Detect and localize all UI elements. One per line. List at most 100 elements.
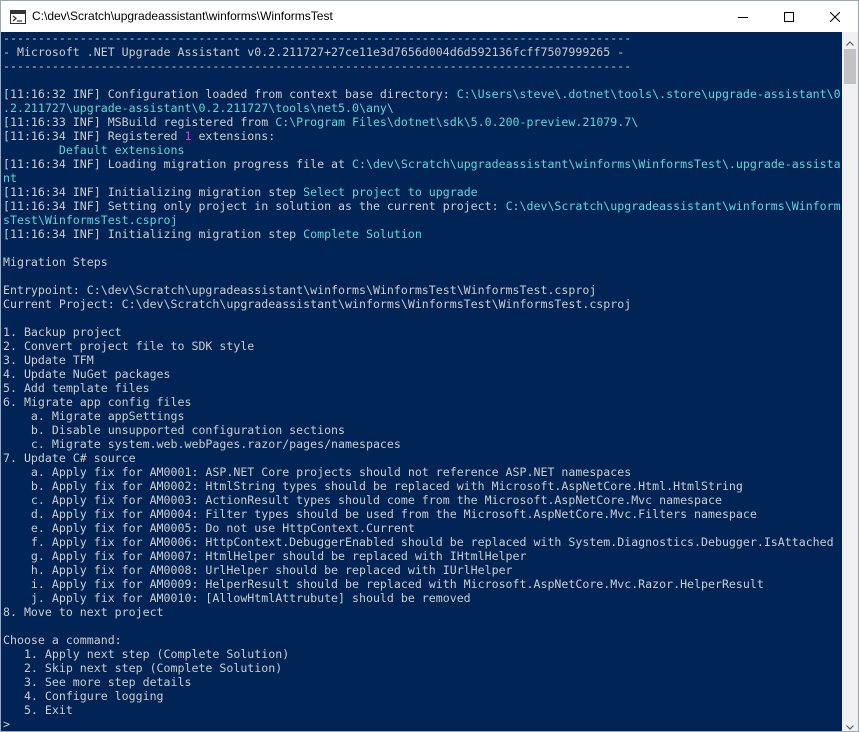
console-segment: f. Apply fix for AM0006: HttpContext.Deb… xyxy=(3,535,834,549)
scroll-thumb[interactable] xyxy=(844,49,856,84)
console-line: a. Apply fix for AM0001: ASP.NET Core pr… xyxy=(3,465,841,479)
console-window: C:\dev\Scratch\upgradeassistant\winforms… xyxy=(0,0,859,732)
console-segment: - Microsoft .NET Upgrade Assistant v0.2.… xyxy=(3,45,625,59)
console-line: sTest\WinformsTest.csproj xyxy=(3,213,841,227)
console-line: b. Disable unsupported configuration sec… xyxy=(3,423,841,437)
console-segment: [11:16:34 INF] Registered xyxy=(3,129,185,143)
console-segment: 2. Skip next step (Complete Solution) xyxy=(3,661,283,675)
console-segment: Select project to upgrade xyxy=(303,185,478,199)
console-line: 5. Exit xyxy=(3,703,841,717)
console-line: 1. Apply next step (Complete Solution) xyxy=(3,647,841,661)
console-segment: h. Apply fix for AM0008: UrlHelper shoul… xyxy=(3,563,513,577)
console-line: 2. Skip next step (Complete Solution) xyxy=(3,661,841,675)
console-segment: > xyxy=(3,717,10,731)
console-line: c. Apply fix for AM0003: ActionResult ty… xyxy=(3,493,841,507)
console-segment: c. Migrate system.web.webPages.razor/pag… xyxy=(3,437,401,451)
console-segment: ----------------------------------------… xyxy=(3,32,632,45)
minimize-icon xyxy=(738,12,748,22)
chevron-up-icon xyxy=(846,31,854,50)
console-line: 4. Update NuGet packages xyxy=(3,367,841,381)
close-icon xyxy=(830,11,840,22)
chevron-down-icon xyxy=(846,715,854,731)
console-line: Entrypoint: C:\dev\Scratch\upgradeassist… xyxy=(3,283,841,297)
console-segment: 8. Move to next project xyxy=(3,605,164,619)
console-segment: i. Apply fix for AM0009: HelperResult sh… xyxy=(3,577,764,591)
console-line: f. Apply fix for AM0006: HttpContext.Deb… xyxy=(3,535,841,549)
console-segment: Migration Steps xyxy=(3,255,108,269)
vertical-scrollbar[interactable] xyxy=(842,32,858,731)
console-segment: 7. Update C# source xyxy=(3,451,136,465)
console-line: e. Apply fix for AM0005: Do not use Http… xyxy=(3,521,841,535)
console-line: 5. Add template files xyxy=(3,381,841,395)
console-segment: [11:16:33 INF] MSBuild registered from xyxy=(3,115,276,129)
console-segment: b. Disable unsupported configuration sec… xyxy=(3,423,346,437)
console-line: c. Migrate system.web.webPages.razor/pag… xyxy=(3,437,841,451)
title-bar[interactable]: C:\dev\Scratch\upgradeassistant\winforms… xyxy=(1,1,858,32)
console-line: h. Apply fix for AM0008: UrlHelper shoul… xyxy=(3,563,841,577)
console-segment: 2. Convert project file to SDK style xyxy=(3,339,255,353)
console-segment: [11:16:34 INF] Initializing migration st… xyxy=(3,227,304,241)
console-segment: [11:16:34 INF] Loading migration progres… xyxy=(3,157,353,171)
console-line: 6. Migrate app config files xyxy=(3,395,841,409)
console-line: ----------------------------------------… xyxy=(3,59,841,73)
console-segment: j. Apply fix for AM0010: [AllowHtmlAttru… xyxy=(3,591,471,605)
console-line: > xyxy=(3,717,841,731)
console-line: 3. See more step details xyxy=(3,675,841,689)
window-title: C:\dev\Scratch\upgradeassistant\winforms… xyxy=(32,9,333,23)
console-line: Default extensions xyxy=(3,143,841,157)
console-segment: 6. Migrate app config files xyxy=(3,395,192,409)
console-segment: Default extensions xyxy=(3,143,185,157)
console-line: b. Apply fix for AM0002: HtmlString type… xyxy=(3,479,841,493)
console-line: .2.211727\upgrade-assistant\0.2.211727\t… xyxy=(3,101,841,115)
console-segment: [11:16:34 INF] Setting only project in s… xyxy=(3,199,506,213)
console-output[interactable]: ----------------------------------------… xyxy=(1,32,842,731)
console-segment: Current Project: C:\dev\Scratch\upgradea… xyxy=(3,297,632,311)
console-line: i. Apply fix for AM0009: HelperResult sh… xyxy=(3,577,841,591)
console-line: 7. Update C# source xyxy=(3,451,841,465)
console-segment: 4. Configure logging xyxy=(3,689,164,703)
console-line: [11:16:33 INF] MSBuild registered from C… xyxy=(3,115,841,129)
console-line: 3. Update TFM xyxy=(3,353,841,367)
console-line: [11:16:34 INF] Setting only project in s… xyxy=(3,199,841,213)
console-segment: 5. Add template files xyxy=(3,381,150,395)
console-line: a. Migrate appSettings xyxy=(3,409,841,423)
console-segment: sTest\WinformsTest.csproj xyxy=(3,213,178,227)
console-segment: Choose a command: xyxy=(3,633,122,647)
console-line: [11:16:34 INF] Initializing migration st… xyxy=(3,227,841,241)
console-line: g. Apply fix for AM0007: HtmlHelper shou… xyxy=(3,549,841,563)
console-line: [11:16:34 INF] Initializing migration st… xyxy=(3,185,841,199)
console-line: [11:16:34 INF] Registered 1 extensions: xyxy=(3,129,841,143)
close-button[interactable] xyxy=(812,1,858,32)
console-segment: 3. See more step details xyxy=(3,675,192,689)
console-line: 1. Backup project xyxy=(3,325,841,339)
console-line: - Microsoft .NET Upgrade Assistant v0.2.… xyxy=(3,45,841,59)
terminal-icon xyxy=(10,9,26,24)
maximize-icon xyxy=(784,11,794,22)
console-segment: 5. Exit xyxy=(3,703,73,717)
console-segment: C:\dev\Scratch\upgradeassistant\winforms… xyxy=(505,199,841,213)
console-segment: C:\Users\steve\.dotnet\tools\.store\upgr… xyxy=(456,87,841,101)
console-segment: C:\dev\Scratch\upgradeassistant\winforms… xyxy=(352,157,841,171)
console-line: 8. Move to next project xyxy=(3,605,841,619)
scroll-up-button[interactable] xyxy=(842,32,858,49)
console-segment: 3. Update TFM xyxy=(3,353,94,367)
console-segment: a. Migrate appSettings xyxy=(3,409,185,423)
console-line: d. Apply fix for AM0004: Filter types sh… xyxy=(3,507,841,521)
minimize-button[interactable] xyxy=(720,1,766,32)
console-segment: b. Apply fix for AM0002: HtmlString type… xyxy=(3,479,743,493)
console-segment: C:\Program Files\dotnet\sdk\5.0.200-prev… xyxy=(275,115,639,129)
console-line: j. Apply fix for AM0010: [AllowHtmlAttru… xyxy=(3,591,841,605)
console-segment: extensions: xyxy=(191,129,276,143)
console-segment: ----------------------------------------… xyxy=(3,59,632,73)
console-segment: d. Apply fix for AM0004: Filter types sh… xyxy=(3,507,757,521)
console-line: [11:16:32 INF] Configuration loaded from… xyxy=(3,87,841,101)
scroll-down-button[interactable] xyxy=(842,715,858,731)
maximize-button[interactable] xyxy=(766,1,812,32)
console-line: 4. Configure logging xyxy=(3,689,841,703)
console-line: Current Project: C:\dev\Scratch\upgradea… xyxy=(3,297,841,311)
console-line: nt xyxy=(3,171,841,185)
